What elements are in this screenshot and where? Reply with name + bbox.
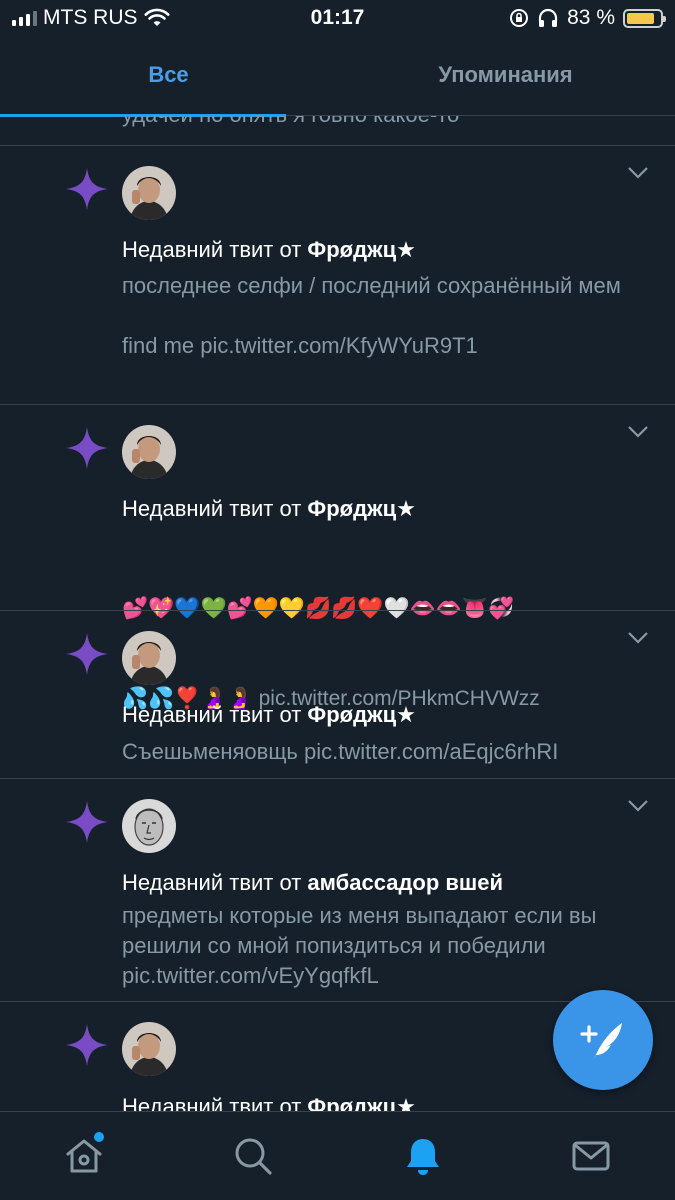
tab-all[interactable]: Все [0,62,337,88]
notification-headline: Недавний твит от Фрøджц★ [122,702,416,728]
bell-icon [407,1139,439,1175]
nav-home[interactable] [64,1132,104,1176]
nav-notifications[interactable] [403,1136,443,1176]
home-icon [66,1139,102,1173]
nav-search[interactable] [233,1136,273,1176]
chevron-down-icon[interactable] [627,799,649,813]
avatar[interactable] [122,1022,176,1076]
avatar[interactable] [122,166,176,220]
tweet-text: последнее селфи / последний сохранённый … [122,273,621,358]
notification-headline: Недавний твит от Фрøджц★ [122,1094,416,1111]
clipped-tweet-text: удачей но опять я говно какое-то [122,116,459,128]
headline-prefix: Недавний твит от [122,870,308,895]
bottom-navigation [0,1111,675,1200]
notification-item[interactable]: Недавний твит от амбассадор вшей предмет… [0,779,675,1001]
headline-prefix: Недавний твит от [122,702,308,727]
status-right: 83 % [509,6,666,30]
notifications-feed[interactable]: удачей но опять я говно какое-то Недавни… [0,116,675,1111]
headphones-icon [539,8,558,27]
sparkle-star-icon [66,801,108,843]
envelope-icon [572,1141,610,1171]
tab-mentions[interactable]: Упоминания [337,62,674,88]
sparkle-star-icon [66,427,108,469]
sparkle-star-icon [66,168,108,210]
notification-headline: Недавний твит от Фрøджц★ [122,496,416,522]
sparkle-star-icon [66,1024,108,1066]
tweet-text: Съешьменяовщь pic.twitter.com/aEqjc6rhRI [122,739,559,764]
new-content-dot [94,1132,104,1142]
battery-level [627,12,654,24]
tweet-text: предметы которые из меня выпадают если в… [122,903,603,988]
notification-item[interactable]: Недавний твит от Фрøджц★ Съешьменяовщь p… [0,611,675,778]
compose-tweet-icon [580,1023,622,1059]
sparkle-star-icon [66,633,108,675]
compose-tweet-button[interactable] [553,990,653,1090]
notification-tabs: Все Упоминания [0,40,675,117]
orientation-lock-icon [510,9,529,27]
battery-icon [623,8,666,28]
chevron-down-icon[interactable] [627,631,649,645]
notification-headline: Недавний твит от амбассадор вшей [122,870,503,896]
author-name[interactable]: Фрøджц★ [307,1094,415,1111]
author-name[interactable]: Фрøджц★ [307,702,415,727]
notification-item[interactable]: Недавний твит от Фрøджц★ последнее селфи… [0,146,675,404]
status-bar: MTS RUS 01:17 83 % [0,0,675,40]
notification-item[interactable]: Недавний твит от Фрøджц★ 💕💖💙💚💕🧡💛💋💋❤️🤍👄👄👅… [0,405,675,710]
author-name[interactable]: Фрøджц★ [307,496,415,521]
chevron-down-icon[interactable] [627,166,649,180]
nav-messages[interactable] [571,1136,611,1176]
headline-prefix: Недавний твит от [122,1094,308,1111]
headline-prefix: Недавний твит от [122,496,308,521]
chevron-down-icon[interactable] [627,425,649,439]
notification-headline: Недавний твит от Фрøджц★ [122,237,416,263]
headline-prefix: Недавний твит от [122,237,308,262]
avatar[interactable] [122,799,176,853]
search-icon [235,1138,272,1175]
author-name[interactable]: Фрøджц★ [307,237,415,262]
avatar[interactable] [122,631,176,685]
battery-percent: 83 % [567,6,615,29]
author-name[interactable]: амбассадор вшей [307,870,503,895]
avatar[interactable] [122,425,176,479]
